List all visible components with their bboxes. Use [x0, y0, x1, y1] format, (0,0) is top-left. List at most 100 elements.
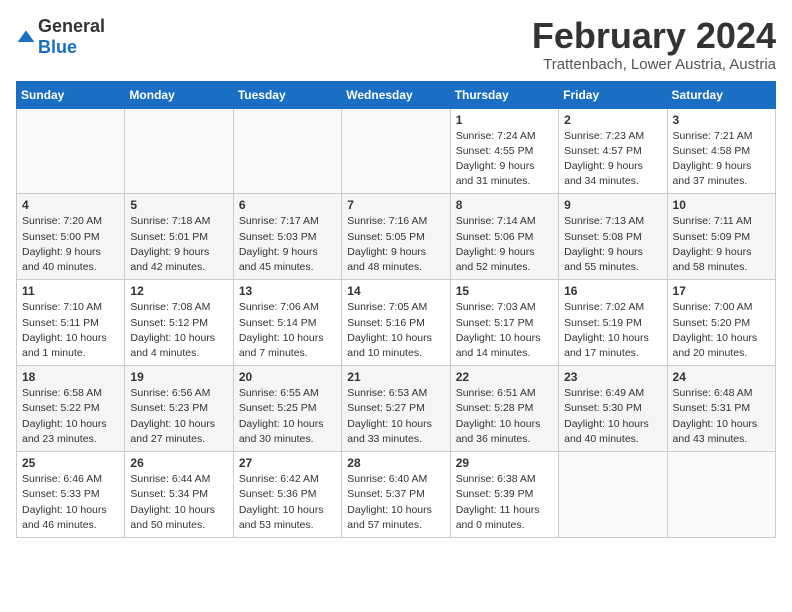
calendar-cell: 13Sunrise: 7:06 AM Sunset: 5:14 PM Dayli…: [233, 280, 341, 366]
day-info: Sunrise: 7:23 AM Sunset: 4:57 PM Dayligh…: [564, 129, 661, 190]
day-number: 26: [130, 456, 227, 470]
calendar-cell: 24 Sunrise: 6:48 AM Sunset: 5:31 PM Dayli…: [667, 366, 775, 452]
calendar-cell: [125, 108, 233, 194]
calendar-cell: 18 Sunrise: 6:58 AM Sunset: 5:22 PM Dayli…: [17, 366, 125, 452]
calendar-cell: 4 Sunrise: 7:20 AM Sunset: 5:00 PM Daylig…: [17, 194, 125, 280]
day-info: Sunrise: 6:55 AM Sunset: 5:25 PM Dayligh…: [239, 386, 336, 447]
day-info: Sunrise: 6:40 AM Sunset: 5:37 PM Dayligh…: [347, 472, 444, 533]
calendar-cell: 17Sunrise: 7:00 AM Sunset: 5:20 PM Dayli…: [667, 280, 775, 366]
day-info: Sunrise: 6:53 AM Sunset: 5:27 PM Dayligh…: [347, 386, 444, 447]
title-block: February 2024 Trattenbach, Lower Austria…: [532, 16, 776, 73]
day-info: Sunrise: 6:56 AM Sunset: 5:23 PM Dayligh…: [130, 386, 227, 447]
calendar-cell: 16 Sunrise: 7:02 AM Sunset: 5:19 PM Dayli…: [559, 280, 667, 366]
calendar-cell: 19Sunrise: 6:56 AM Sunset: 5:23 PM Dayli…: [125, 366, 233, 452]
day-info: Sunrise: 6:49 AM Sunset: 5:30 PM Dayligh…: [564, 386, 661, 447]
day-info: Sunrise: 7:05 AM Sunset: 5:16 PM Dayligh…: [347, 300, 444, 361]
day-info: Sunrise: 6:38 AM Sunset: 5:39 PM Dayligh…: [456, 472, 553, 533]
calendar-cell: 1 Sunrise: 7:24 AM Sunset: 4:55 PM Daylig…: [450, 108, 558, 194]
weekday-header: Saturday: [667, 81, 775, 108]
day-info: Sunrise: 7:14 AM Sunset: 5:06 PM Dayligh…: [456, 214, 553, 275]
day-number: 18: [22, 370, 119, 384]
day-number: 22: [456, 370, 553, 384]
day-info: Sunrise: 6:46 AM Sunset: 5:33 PM Dayligh…: [22, 472, 119, 533]
weekday-header: Tuesday: [233, 81, 341, 108]
day-info: Sunrise: 7:02 AM Sunset: 5:19 PM Dayligh…: [564, 300, 661, 361]
calendar-cell: 25 Sunrise: 6:46 AM Sunset: 5:33 PM Dayli…: [17, 452, 125, 538]
day-number: 25: [22, 456, 119, 470]
day-info: Sunrise: 6:51 AM Sunset: 5:28 PM Dayligh…: [456, 386, 553, 447]
calendar-cell: [559, 452, 667, 538]
day-number: 6: [239, 198, 336, 212]
calendar-cell: 2 Sunrise: 7:23 AM Sunset: 4:57 PM Daylig…: [559, 108, 667, 194]
day-number: 21: [347, 370, 444, 384]
day-number: 2: [564, 113, 661, 127]
calendar-cell: 8 Sunrise: 7:14 AM Sunset: 5:06 PM Daylig…: [450, 194, 558, 280]
day-number: 10: [673, 198, 770, 212]
calendar-cell: 20 Sunrise: 6:55 AM Sunset: 5:25 PM Dayli…: [233, 366, 341, 452]
day-number: 14: [347, 284, 444, 298]
day-info: Sunrise: 6:42 AM Sunset: 5:36 PM Dayligh…: [239, 472, 336, 533]
calendar-cell: 22 Sunrise: 6:51 AM Sunset: 5:28 PM Dayli…: [450, 366, 558, 452]
logo-general: General: [38, 16, 105, 36]
logo-icon: [16, 27, 36, 47]
day-info: Sunrise: 7:17 AM Sunset: 5:03 PM Dayligh…: [239, 214, 336, 275]
logo-blue: Blue: [38, 37, 77, 57]
weekday-header: Friday: [559, 81, 667, 108]
calendar-cell: 11Sunrise: 7:10 AM Sunset: 5:11 PM Dayli…: [17, 280, 125, 366]
location-title: Trattenbach, Lower Austria, Austria: [532, 56, 776, 73]
day-info: Sunrise: 7:24 AM Sunset: 4:55 PM Dayligh…: [456, 129, 553, 190]
calendar-cell: 29 Sunrise: 6:38 AM Sunset: 5:39 PM Dayli…: [450, 452, 558, 538]
calendar-cell: 14 Sunrise: 7:05 AM Sunset: 5:16 PM Dayli…: [342, 280, 450, 366]
calendar-cell: 28 Sunrise: 6:40 AM Sunset: 5:37 PM Dayli…: [342, 452, 450, 538]
calendar-cell: [667, 452, 775, 538]
day-number: 29: [456, 456, 553, 470]
weekday-header: Thursday: [450, 81, 558, 108]
day-info: Sunrise: 6:44 AM Sunset: 5:34 PM Dayligh…: [130, 472, 227, 533]
day-number: 28: [347, 456, 444, 470]
day-number: 27: [239, 456, 336, 470]
day-info: Sunrise: 7:11 AM Sunset: 5:09 PM Dayligh…: [673, 214, 770, 275]
day-number: 12: [130, 284, 227, 298]
day-number: 23: [564, 370, 661, 384]
day-info: Sunrise: 7:21 AM Sunset: 4:58 PM Dayligh…: [673, 129, 770, 190]
calendar-cell: 6 Sunrise: 7:17 AM Sunset: 5:03 PM Daylig…: [233, 194, 341, 280]
weekday-header: Wednesday: [342, 81, 450, 108]
day-number: 16: [564, 284, 661, 298]
calendar-cell: 26 Sunrise: 6:44 AM Sunset: 5:34 PM Dayli…: [125, 452, 233, 538]
day-info: Sunrise: 7:13 AM Sunset: 5:08 PM Dayligh…: [564, 214, 661, 275]
calendar-cell: 5Sunrise: 7:18 AM Sunset: 5:01 PM Daylig…: [125, 194, 233, 280]
day-info: Sunrise: 7:00 AM Sunset: 5:20 PM Dayligh…: [673, 300, 770, 361]
day-number: 9: [564, 198, 661, 212]
calendar-cell: 7Sunrise: 7:16 AM Sunset: 5:05 PM Daylig…: [342, 194, 450, 280]
day-number: 4: [22, 198, 119, 212]
day-info: Sunrise: 6:58 AM Sunset: 5:22 PM Dayligh…: [22, 386, 119, 447]
calendar-cell: 15 Sunrise: 7:03 AM Sunset: 5:17 PM Dayli…: [450, 280, 558, 366]
day-number: 24: [673, 370, 770, 384]
day-number: 20: [239, 370, 336, 384]
calendar: SundayMondayTuesdayWednesdayThursdayFrid…: [16, 81, 776, 538]
calendar-cell: [342, 108, 450, 194]
day-info: Sunrise: 7:16 AM Sunset: 5:05 PM Dayligh…: [347, 214, 444, 275]
weekday-header: Sunday: [17, 81, 125, 108]
calendar-cell: 10 Sunrise: 7:11 AM Sunset: 5:09 PM Dayli…: [667, 194, 775, 280]
day-info: Sunrise: 7:03 AM Sunset: 5:17 PM Dayligh…: [456, 300, 553, 361]
calendar-cell: 12 Sunrise: 7:08 AM Sunset: 5:12 PM Dayli…: [125, 280, 233, 366]
day-info: Sunrise: 7:08 AM Sunset: 5:12 PM Dayligh…: [130, 300, 227, 361]
day-number: 8: [456, 198, 553, 212]
day-number: 15: [456, 284, 553, 298]
day-number: 3: [673, 113, 770, 127]
day-info: Sunrise: 6:48 AM Sunset: 5:31 PM Dayligh…: [673, 386, 770, 447]
calendar-header: SundayMondayTuesdayWednesdayThursdayFrid…: [17, 81, 776, 108]
weekday-header: Monday: [125, 81, 233, 108]
day-info: Sunrise: 7:20 AM Sunset: 5:00 PM Dayligh…: [22, 214, 119, 275]
calendar-cell: [17, 108, 125, 194]
logo: General Blue: [16, 16, 105, 58]
day-number: 11: [22, 284, 119, 298]
calendar-cell: 3 Sunrise: 7:21 AM Sunset: 4:58 PM Daylig…: [667, 108, 775, 194]
month-title: February 2024: [532, 16, 776, 56]
calendar-cell: 27 Sunrise: 6:42 AM Sunset: 5:36 PM Dayli…: [233, 452, 341, 538]
calendar-cell: 9 Sunrise: 7:13 AM Sunset: 5:08 PM Daylig…: [559, 194, 667, 280]
day-number: 5: [130, 198, 227, 212]
page-header: General Blue February 2024 Trattenbach, …: [16, 16, 776, 73]
day-number: 1: [456, 113, 553, 127]
